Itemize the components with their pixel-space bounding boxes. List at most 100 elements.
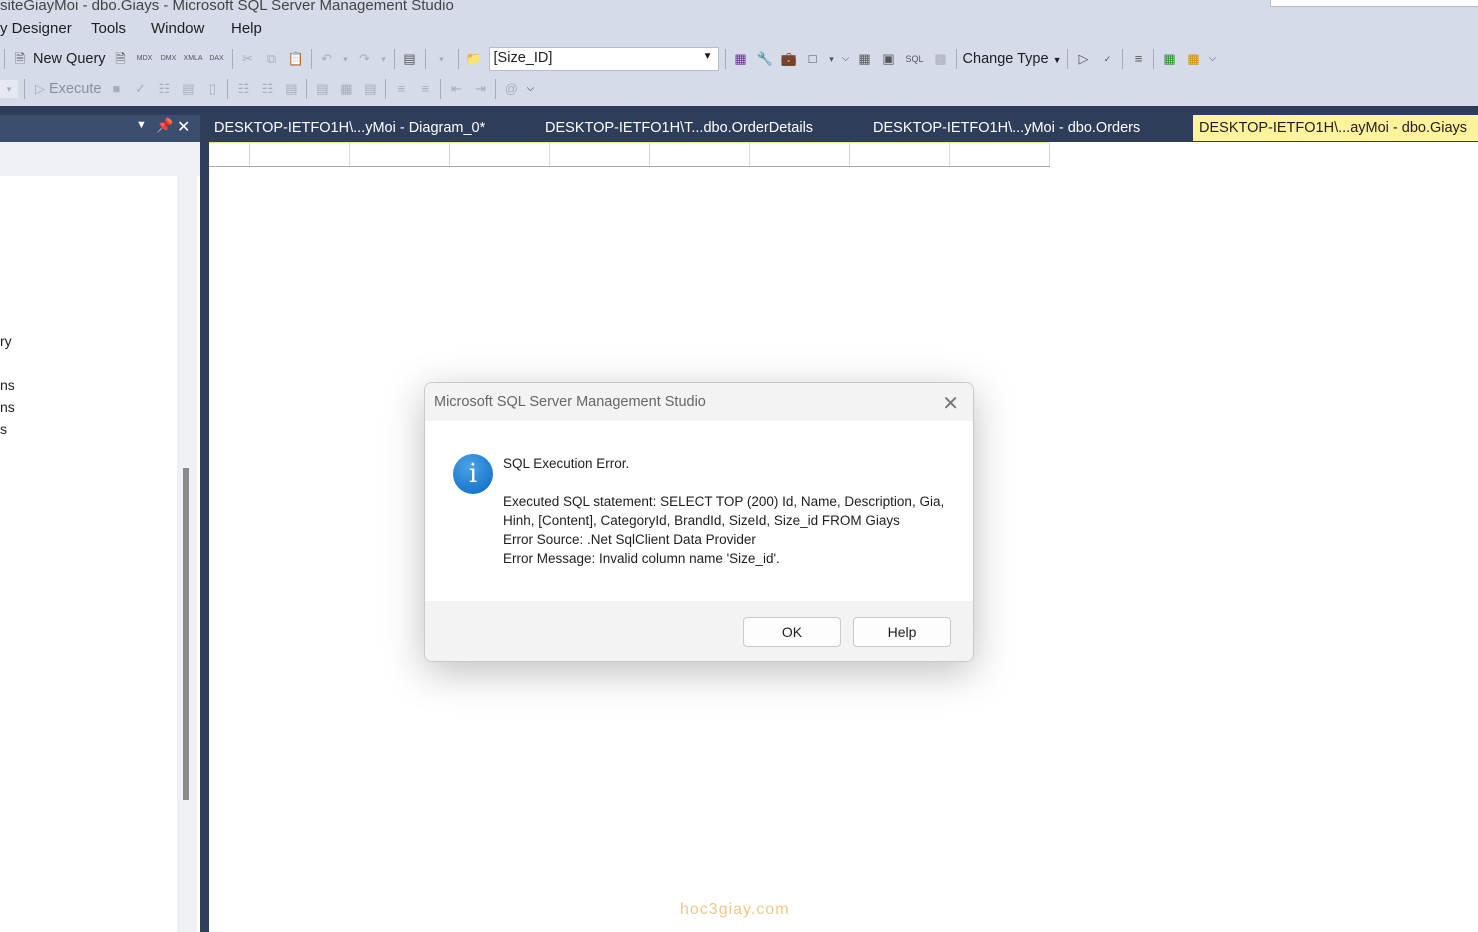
document-border	[200, 106, 209, 932]
error-message: Error Message: Invalid column name 'Size…	[503, 551, 780, 566]
template-parameters-icon[interactable]: @	[502, 80, 520, 98]
add-table-icon[interactable]: ▦	[1160, 50, 1178, 68]
dmx-query-icon[interactable]: DMX	[160, 50, 178, 68]
add-derived-table-icon[interactable]: ▦	[1184, 50, 1202, 68]
watermark: hoc3giay.com	[680, 901, 790, 918]
grid-cell[interactable]	[850, 143, 950, 166]
live-stats-icon[interactable]: ☷	[258, 80, 276, 98]
tree-item[interactable]: ry	[0, 333, 12, 349]
grid-cell[interactable]	[450, 143, 550, 166]
error-dialog: Microsoft SQL Server Management Studio ✕…	[424, 382, 974, 662]
tab-giays[interactable]: DESKTOP-IETFO1H\...ayMoi - dbo.Giays	[1193, 115, 1478, 141]
help-button[interactable]: Help	[853, 617, 951, 647]
grid-cell[interactable]	[650, 143, 750, 166]
toolbar-separator	[1153, 49, 1155, 69]
toolbar-separator	[24, 79, 25, 99]
menu-help[interactable]: Help	[231, 20, 262, 37]
tab-diagram[interactable]: DESKTOP-IETFO1H\...yMoi - Diagram_0*	[208, 115, 491, 141]
undo-icon[interactable]: ↶	[318, 50, 336, 68]
toolbar-overflow-icon[interactable]: ⌵	[1208, 50, 1217, 68]
toolbar-separator	[310, 49, 312, 69]
stop-icon[interactable]: ■	[107, 80, 125, 98]
increase-indent-icon[interactable]: ⇥	[471, 80, 489, 98]
object-combo[interactable]: [Size_ID] ▼	[488, 47, 719, 71]
uncomment-icon[interactable]: ≡	[416, 80, 434, 98]
terminal-dropdown-icon[interactable]: ▾	[828, 50, 836, 68]
close-icon[interactable]: ✕	[177, 117, 190, 137]
query-options-icon[interactable]: ▤	[179, 80, 197, 98]
solution-config-dropdown[interactable]: ▾	[432, 50, 452, 68]
quick-launch-search[interactable]	[1270, 0, 1478, 7]
xmla-query-icon[interactable]: XMLA	[184, 50, 203, 68]
tree-item[interactable]: ns	[0, 377, 15, 393]
intellisense-icon[interactable]: ▯	[203, 80, 221, 98]
toolbar-separator	[955, 49, 957, 69]
activity-monitor-icon[interactable]: ▤	[401, 50, 419, 68]
show-criteria-pane-icon[interactable]: ▣	[880, 50, 898, 68]
grid-cell[interactable]	[250, 143, 350, 166]
include-plan-icon[interactable]: ☷	[234, 80, 252, 98]
menu-query-designer[interactable]: y Designer	[0, 20, 72, 37]
panel-dropdown-icon[interactable]: ▼	[136, 119, 147, 131]
wrench-icon[interactable]: 🔧	[756, 50, 774, 68]
results-to-text-icon[interactable]: ▤	[313, 80, 331, 98]
play-icon: ▷	[35, 81, 45, 96]
toolbar-separator	[1122, 49, 1124, 69]
show-sql-pane-icon[interactable]: SQL	[904, 50, 926, 68]
results-to-file-icon[interactable]: ▤	[361, 80, 379, 98]
results-to-grid-icon[interactable]: ▦	[337, 80, 355, 98]
toolbox-icon[interactable]: 💼	[780, 50, 798, 68]
cut-icon[interactable]: ✂	[239, 50, 257, 68]
dax-query-icon[interactable]: DAX	[208, 50, 226, 68]
new-query-icon: 🗎	[14, 51, 26, 66]
redo-icon[interactable]: ↷	[356, 50, 374, 68]
database-dropdown[interactable]: ▾	[0, 80, 18, 98]
menu-tools[interactable]: Tools	[91, 20, 126, 37]
toolbar-separator	[227, 79, 229, 99]
new-query-label: New Query	[33, 51, 106, 67]
toolbar-overflow-icon[interactable]: ⌵	[842, 50, 850, 68]
grid-cell[interactable]	[209, 143, 250, 166]
database-engine-query-icon[interactable]: 🗎	[112, 50, 130, 68]
tree-item[interactable]: ns	[0, 399, 15, 415]
estimated-plan-icon[interactable]: ☷	[155, 80, 173, 98]
close-icon[interactable]: ✕	[942, 391, 959, 416]
pin-icon[interactable]: 📌	[156, 117, 173, 134]
ok-button[interactable]: OK	[743, 617, 841, 647]
tree-item[interactable]: s	[0, 421, 7, 437]
grid-cell[interactable]	[550, 143, 650, 166]
tab-orders[interactable]: DESKTOP-IETFO1H\...yMoi - dbo.Orders	[867, 115, 1146, 141]
redo-dropdown-icon[interactable]: ▾	[380, 50, 388, 68]
menu-window[interactable]: Window	[151, 20, 204, 37]
new-query-button[interactable]: 🗎 New Query	[11, 50, 106, 68]
show-results-pane-icon[interactable]: ▩	[932, 50, 950, 68]
client-stats-icon[interactable]: ▤	[282, 80, 300, 98]
change-type-label: Change Type	[962, 51, 1049, 67]
mdx-query-icon[interactable]: MDX	[136, 50, 154, 68]
results-grid-header[interactable]	[209, 142, 1050, 167]
grid-cell[interactable]	[950, 143, 1050, 166]
parse-icon[interactable]: ✓	[131, 80, 149, 98]
show-diagram-pane-icon[interactable]: ▦	[856, 50, 874, 68]
toolbar-overflow-icon[interactable]: ⌵	[526, 80, 535, 98]
grid-cell[interactable]	[750, 143, 850, 166]
copy-icon[interactable]: ⧉	[263, 50, 281, 68]
comment-icon[interactable]: ≡	[392, 80, 410, 98]
visual-studio-icon[interactable]: ▦	[732, 50, 750, 68]
group-by-icon[interactable]: ≡	[1129, 50, 1147, 68]
terminal-icon[interactable]: □	[804, 50, 822, 68]
scrollbar-thumb[interactable]	[183, 468, 189, 800]
toolbar-separator	[1067, 49, 1069, 69]
grid-cell[interactable]	[350, 143, 450, 166]
error-heading: SQL Execution Error.	[503, 456, 630, 471]
paste-icon[interactable]: 📋	[287, 50, 305, 68]
change-type-button[interactable]: Change Type ▼	[963, 51, 1062, 67]
tab-order-details[interactable]: DESKTOP-IETFO1H\T...dbo.OrderDetails	[539, 115, 819, 141]
execute-sql-icon[interactable]: ▷	[1074, 50, 1092, 68]
decrease-indent-icon[interactable]: ⇤	[447, 80, 465, 98]
execute-button[interactable]: ▷ Execute	[31, 80, 101, 98]
verify-sql-icon[interactable]: ✓	[1098, 50, 1116, 68]
sql-editor-toolbar: ▾ ▷ Execute ■ ✓ ☷ ▤ ▯ ☷ ☷ ▤ ▤ ▦ ▤ ≡ ≡ ⇤ ⇥…	[0, 75, 534, 103]
vertical-scrollbar[interactable]	[177, 176, 197, 932]
undo-dropdown-icon[interactable]: ▾	[342, 50, 350, 68]
